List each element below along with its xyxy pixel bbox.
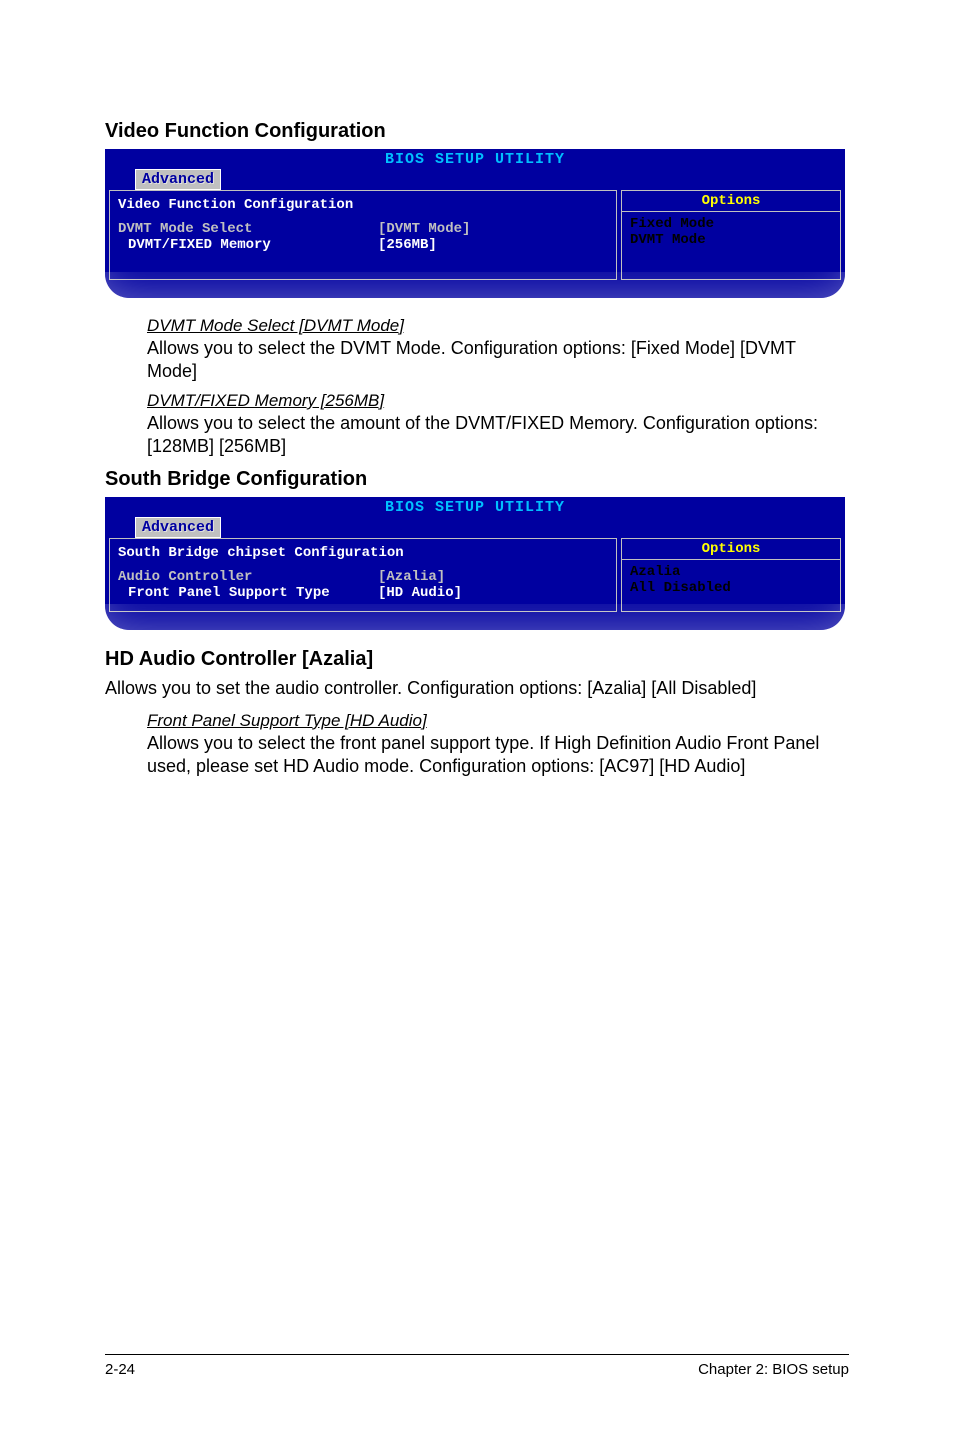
page-number: 2-24 bbox=[105, 1361, 135, 1378]
bios-option: Azalia bbox=[630, 564, 832, 580]
desc-front-panel: Front Panel Support Type [HD Audio] Allo… bbox=[105, 711, 849, 778]
bios-tab-row: Advanced bbox=[105, 169, 845, 190]
bios-screenshot-video: BIOS SETUP UTILITY Advanced Video Functi… bbox=[105, 149, 845, 298]
bios-panel-header: South Bridge chipset Configuration bbox=[118, 545, 608, 561]
bios-setting-label: DVMT/FIXED Memory bbox=[118, 237, 378, 253]
bios-screenshot-south-bridge: BIOS SETUP UTILITY Advanced South Bridge… bbox=[105, 497, 845, 630]
bios-setting-value: [Azalia] bbox=[378, 569, 445, 585]
bios-options-body: Fixed Mode DVMT Mode bbox=[621, 212, 841, 280]
hd-audio-heading: HD Audio Controller [Azalia] bbox=[105, 648, 849, 671]
bios-setting-row: Audio Controller [Azalia] bbox=[118, 569, 608, 585]
bios-panel-header: Video Function Configuration bbox=[118, 197, 608, 213]
bios-tab-advanced: Advanced bbox=[135, 169, 221, 190]
bios-setting-label: Front Panel Support Type bbox=[118, 585, 378, 601]
bios-title: BIOS SETUP UTILITY bbox=[105, 497, 845, 517]
page-footer: 2-24 Chapter 2: BIOS setup bbox=[105, 1354, 849, 1378]
bios-right-panel: Options Fixed Mode DVMT Mode bbox=[621, 190, 841, 280]
chapter-label: Chapter 2: BIOS setup bbox=[698, 1361, 849, 1378]
desc-title: Front Panel Support Type [HD Audio] bbox=[147, 711, 839, 731]
desc-text: Allows you to select the front panel sup… bbox=[147, 732, 839, 778]
bios-setting-label: Audio Controller bbox=[118, 569, 378, 585]
south-bridge-heading: South Bridge Configuration bbox=[105, 468, 849, 491]
bios-left-panel: South Bridge chipset Configuration Audio… bbox=[109, 538, 617, 612]
desc-dvmt-mode: DVMT Mode Select [DVMT Mode] Allows you … bbox=[105, 316, 849, 383]
bios-tab-advanced: Advanced bbox=[135, 517, 221, 538]
bios-setting-row: Front Panel Support Type [HD Audio] bbox=[118, 585, 608, 601]
bios-setting-value: [HD Audio] bbox=[378, 585, 462, 601]
bios-left-panel: Video Function Configuration DVMT Mode S… bbox=[109, 190, 617, 280]
bios-setting-value: [256MB] bbox=[378, 237, 437, 253]
desc-text: Allows you to select the amount of the D… bbox=[147, 412, 839, 458]
bios-option: Fixed Mode bbox=[630, 216, 832, 232]
bios-options-header: Options bbox=[621, 190, 841, 212]
desc-title: DVMT/FIXED Memory [256MB] bbox=[147, 391, 839, 411]
bios-right-panel: Options Azalia All Disabled bbox=[621, 538, 841, 612]
bios-setting-row: DVMT Mode Select [DVMT Mode] bbox=[118, 221, 608, 237]
bios-title: BIOS SETUP UTILITY bbox=[105, 149, 845, 169]
bios-option: DVMT Mode bbox=[630, 232, 832, 248]
bios-setting-label: DVMT Mode Select bbox=[118, 221, 378, 237]
bios-options-header: Options bbox=[621, 538, 841, 560]
desc-title: DVMT Mode Select [DVMT Mode] bbox=[147, 316, 839, 336]
bios-setting-row: DVMT/FIXED Memory [256MB] bbox=[118, 237, 608, 253]
video-function-heading: Video Function Configuration bbox=[105, 120, 849, 143]
bios-setting-value: [DVMT Mode] bbox=[378, 221, 470, 237]
bios-option: All Disabled bbox=[630, 580, 832, 596]
bios-options-body: Azalia All Disabled bbox=[621, 560, 841, 612]
desc-dvmt-fixed: DVMT/FIXED Memory [256MB] Allows you to … bbox=[105, 391, 849, 458]
hd-audio-text: Allows you to set the audio controller. … bbox=[105, 677, 849, 700]
desc-text: Allows you to select the DVMT Mode. Conf… bbox=[147, 337, 839, 383]
bios-tab-row: Advanced bbox=[105, 517, 845, 538]
